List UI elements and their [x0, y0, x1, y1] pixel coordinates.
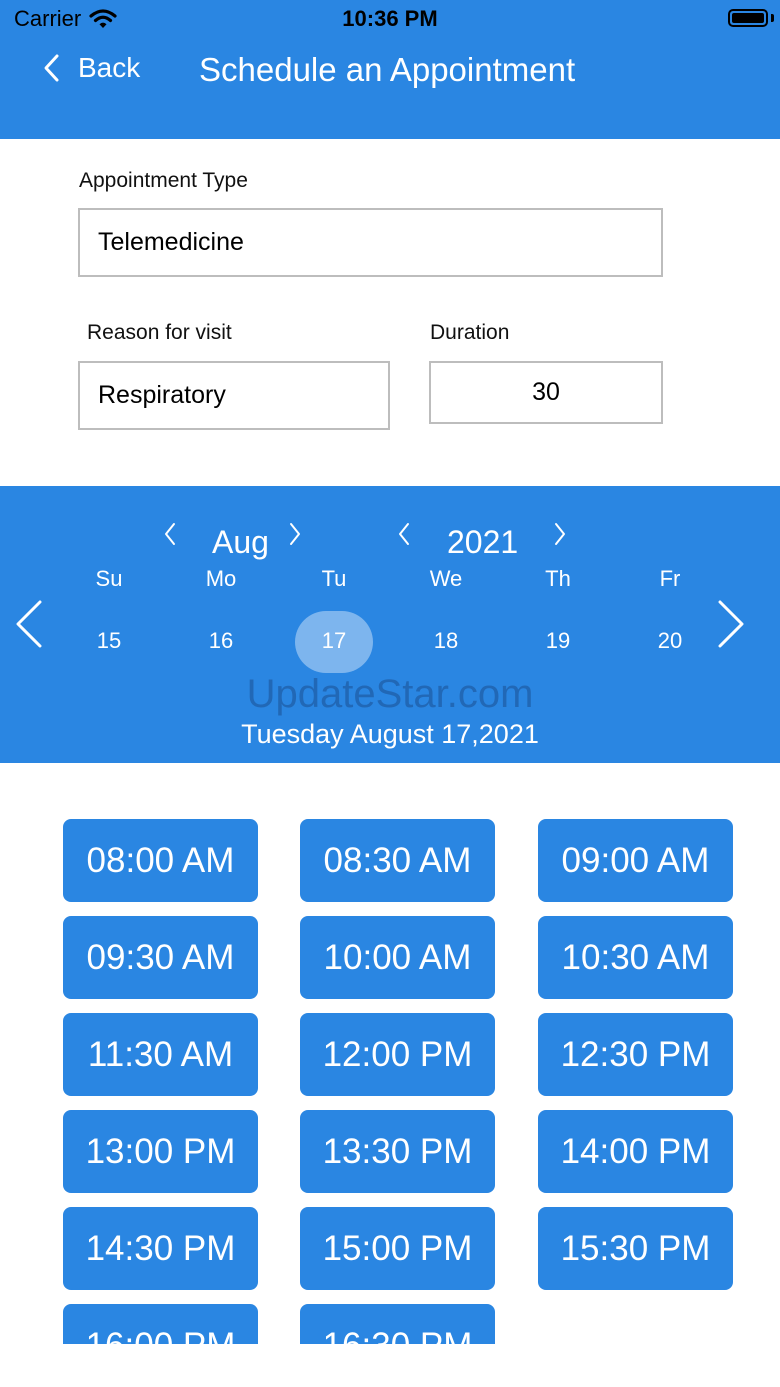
time-slot-button[interactable]: 08:30 AM — [300, 819, 495, 902]
back-label: Back — [78, 52, 141, 83]
weekday-tu: Tu — [321, 566, 347, 591]
chevron-left-icon — [44, 54, 59, 82]
status-time: 10:36 PM — [342, 6, 438, 31]
back-button[interactable]: Back — [42, 52, 140, 84]
time-slot-button[interactable]: 13:30 PM — [300, 1110, 495, 1193]
time-slot-button[interactable]: 12:30 PM — [538, 1013, 733, 1096]
prev-year-icon[interactable] — [397, 522, 411, 546]
weekday-mo: Mo — [205, 566, 237, 591]
time-slot-button[interactable]: 11:30 AM — [63, 1013, 258, 1096]
month-label: Aug — [212, 524, 269, 560]
time-slot-button[interactable]: 14:30 PM — [63, 1207, 258, 1290]
nav-header: Carrier 10:36 PM Back Schedule an Appoin… — [0, 0, 780, 139]
reason-label: Reason for visit — [87, 321, 232, 344]
day-16[interactable]: 16 — [191, 628, 251, 654]
time-slot-button[interactable]: 10:00 AM — [300, 916, 495, 999]
prev-week-icon[interactable] — [14, 600, 44, 648]
watermark-text: UpdateStar.com — [246, 672, 534, 716]
duration-label: Duration — [430, 321, 510, 344]
time-slot-button[interactable]: 09:30 AM — [63, 916, 258, 999]
appointment-type-value: Telemedicine — [98, 228, 244, 256]
battery-tip — [771, 14, 774, 22]
weekday-fr: Fr — [659, 566, 681, 591]
time-slot-button[interactable]: 16:30 PM — [300, 1304, 495, 1344]
reason-field[interactable]: Respiratory — [78, 361, 390, 430]
calendar-strip: Aug 2021 Su Mo Tu We Th Fr 15 16 17 18 1… — [0, 486, 780, 763]
time-slot-button[interactable]: 12:00 PM — [300, 1013, 495, 1096]
time-slot-button[interactable]: 14:00 PM — [538, 1110, 733, 1193]
time-slot-button[interactable]: 10:30 AM — [538, 916, 733, 999]
time-slot-grid: 08:00 AM 08:30 AM 09:00 AM 09:30 AM 10:0… — [0, 763, 780, 1344]
prev-month-icon[interactable] — [163, 522, 177, 546]
next-week-icon[interactable] — [716, 600, 746, 648]
day-18[interactable]: 18 — [416, 628, 476, 654]
page-title: Schedule an Appointment — [199, 51, 576, 88]
time-slot-button[interactable]: 15:00 PM — [300, 1207, 495, 1290]
year-label: 2021 — [447, 524, 519, 560]
next-year-icon[interactable] — [553, 522, 567, 546]
duration-field[interactable]: 30 — [429, 361, 663, 424]
appointment-type-label: Appointment Type — [79, 169, 248, 192]
next-month-icon[interactable] — [288, 522, 302, 546]
day-20[interactable]: 20 — [640, 628, 700, 654]
time-slot-button[interactable]: 09:00 AM — [538, 819, 733, 902]
selected-date-label: Tuesday August 17,2021 — [241, 719, 539, 749]
day-15[interactable]: 15 — [79, 628, 139, 654]
weekday-we: We — [429, 566, 463, 591]
day-17-selected[interactable]: 17 — [304, 628, 364, 654]
battery-icon — [728, 9, 768, 27]
time-slot-button[interactable]: 16:00 PM — [63, 1304, 258, 1344]
duration-value: 30 — [532, 378, 560, 406]
reason-value: Respiratory — [98, 381, 226, 409]
time-slot-button[interactable]: 08:00 AM — [63, 819, 258, 902]
day-19[interactable]: 19 — [528, 628, 588, 654]
time-slot-button[interactable]: 15:30 PM — [538, 1207, 733, 1290]
weekday-th: Th — [545, 566, 571, 591]
time-slot-button[interactable]: 13:00 PM — [63, 1110, 258, 1193]
weekday-su: Su — [95, 566, 123, 591]
appointment-type-field[interactable]: Telemedicine — [78, 208, 663, 277]
